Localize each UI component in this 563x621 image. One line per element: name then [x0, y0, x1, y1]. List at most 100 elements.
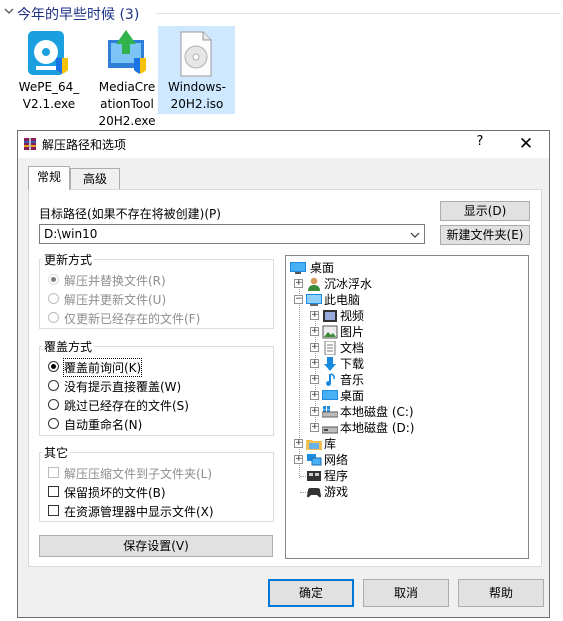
group-title: 今年的早些时候 (3) — [17, 7, 140, 23]
tree-node-label: 音乐 — [340, 373, 365, 387]
winrar-icon — [24, 138, 36, 150]
tree-node-label: 桌面 — [340, 389, 365, 403]
dialog-titlebar[interactable]: 解压路径和选项 ? ✕ — [18, 131, 549, 158]
tree-node-label: 图片 — [340, 325, 365, 339]
general-tab-panel: 目标路径(如果不存在将被创建)(P) D:\win10 显示(D) 新建文件夹(… — [28, 189, 542, 567]
other-options-group: 其它 解压压缩文件到子文件夹(L) 保留损坏的文件(B) 在资源管理器中显示文件… — [39, 444, 274, 522]
extract-dialog: 解压路径和选项 ? ✕ 常规 高级 目标路径(如果不存在将被创建)(P) D:\… — [17, 130, 550, 618]
tree-node-label: 此电脑 — [324, 293, 361, 307]
expand-icon: + — [310, 422, 319, 432]
tree-guide-line — [299, 282, 300, 478]
wepe-disk-icon — [28, 31, 68, 75]
collapse-icon: − — [294, 294, 303, 304]
help-question-button[interactable]: ? — [470, 134, 490, 149]
tab-general[interactable]: 常规 — [28, 166, 70, 190]
explorer-group-header[interactable]: 今年的早些时候 (3) — [0, 0, 563, 26]
help-button[interactable]: 帮助 — [458, 579, 544, 607]
radio-indicator — [48, 274, 59, 285]
computer-icon — [306, 294, 322, 306]
documents-icon — [324, 341, 336, 355]
option-label: 解压并替换文件(R) — [64, 274, 166, 288]
option-label: 解压压缩文件到子文件夹(L) — [64, 467, 213, 481]
option-label: 在资源管理器中显示文件(X) — [64, 505, 214, 519]
expand-icon: + — [310, 374, 319, 384]
option-label: 解压并更新文件(U) — [64, 293, 167, 307]
windows-drive-icon — [322, 406, 338, 418]
group-divider — [156, 13, 561, 14]
option-label: 跳过已经存在的文件(S) — [64, 399, 189, 413]
expand-icon: + — [310, 358, 319, 368]
expand-icon: + — [294, 278, 303, 288]
close-button[interactable]: ✕ — [515, 133, 537, 155]
tree-node-label: 网络 — [324, 453, 349, 467]
radio-indicator — [48, 399, 59, 410]
tree-node-label: 本地磁盘 (D:) — [340, 421, 415, 435]
chevron-down-icon — [410, 232, 420, 238]
option-label: 自动重命名(N) — [64, 418, 143, 432]
other-options-title: 其它 — [42, 444, 71, 461]
option-label: 覆盖前询问(K) — [62, 358, 143, 377]
music-note-icon — [326, 373, 335, 386]
dest-path-value: D:\win10 — [44, 227, 98, 241]
chevron-down-icon — [4, 8, 14, 14]
tree-node-label: 程序 — [324, 469, 349, 483]
option-label: 保留损坏的文件(B) — [64, 486, 166, 500]
tree-node-label: 桌面 — [310, 261, 335, 275]
cancel-button[interactable]: 取消 — [363, 579, 449, 607]
expand-icon: + — [294, 454, 303, 464]
file-name: MediaCre ationTool 20H2.exe — [98, 80, 156, 128]
radio-indicator — [48, 418, 59, 429]
update-mode-group: 更新方式 解压并替换文件(R) 解压并更新文件(U) 仅更新已经存在的文件(F) — [39, 251, 274, 329]
expand-icon: + — [310, 310, 319, 320]
tab-advanced[interactable]: 高级 — [70, 168, 120, 190]
expand-icon: + — [310, 342, 319, 352]
show-button[interactable]: 显示(D) — [440, 201, 530, 221]
iso-disc-icon — [180, 31, 212, 77]
update-mode-title: 更新方式 — [42, 251, 95, 268]
download-arrow-icon — [324, 357, 336, 371]
file-item-mediacreationtool[interactable]: MediaCre ationTool 20H2.exe — [88, 26, 166, 128]
dest-path-combobox[interactable]: D:\win10 — [39, 224, 425, 244]
radio-indicator — [48, 380, 59, 391]
checkbox-indicator — [48, 486, 59, 497]
video-icon — [323, 310, 337, 322]
drive-icon — [322, 426, 338, 434]
file-name: WePE_64_ V2.1.exe — [18, 80, 80, 111]
option-label: 仅更新已经存在的文件(F) — [64, 312, 201, 326]
radio-indicator — [48, 312, 59, 323]
media-creation-tool-icon — [108, 30, 146, 74]
pictures-icon — [322, 325, 338, 339]
folder-tree[interactable]: 桌面 + 沉冰浮水 − 此电脑 + 视频 + 图片 + 文档 + 下载 + 音乐… — [285, 255, 529, 559]
programs-icon — [307, 471, 321, 481]
expand-icon: + — [310, 406, 319, 416]
expand-icon: + — [310, 390, 319, 400]
tree-node-label: 库 — [324, 437, 337, 451]
file-name: Windows- 20H2.iso — [168, 80, 226, 111]
network-icon — [307, 454, 322, 466]
radio-indicator — [48, 293, 59, 304]
tree-node-label: 视频 — [340, 309, 365, 323]
desktop-icon — [290, 262, 306, 274]
tree-node-label: 沉冰浮水 — [324, 277, 373, 291]
checkbox-indicator — [48, 505, 59, 516]
desktop-icon — [322, 390, 338, 400]
new-folder-button[interactable]: 新建文件夹(E) — [440, 225, 530, 245]
file-item-windows-iso[interactable]: Windows- 20H2.iso — [158, 26, 235, 114]
save-settings-button[interactable]: 保存设置(V) — [39, 535, 273, 557]
dialog-title: 解压路径和选项 — [42, 138, 127, 152]
checkbox-indicator — [48, 467, 59, 478]
tree-node-label: 本地磁盘 (C:) — [340, 405, 414, 419]
expand-icon: + — [310, 326, 319, 336]
option-label: 没有提示直接覆盖(W) — [64, 380, 182, 394]
tree-node-label: 下载 — [340, 357, 365, 371]
tree-node-label: 游戏 — [324, 485, 349, 499]
expand-icon: + — [294, 438, 303, 448]
library-folder-icon — [306, 440, 322, 450]
tree-node-label: 文档 — [340, 341, 365, 355]
file-item-wepe[interactable]: WePE_64_ V2.1.exe — [10, 26, 88, 114]
overwrite-mode-group: 覆盖方式 覆盖前询问(K) 没有提示直接覆盖(W) 跳过已经存在的文件(S) 自… — [39, 338, 274, 436]
overwrite-mode-title: 覆盖方式 — [42, 338, 95, 355]
radio-indicator — [48, 361, 59, 372]
user-folder-icon — [308, 277, 320, 291]
ok-button[interactable]: 确定 — [268, 579, 354, 607]
